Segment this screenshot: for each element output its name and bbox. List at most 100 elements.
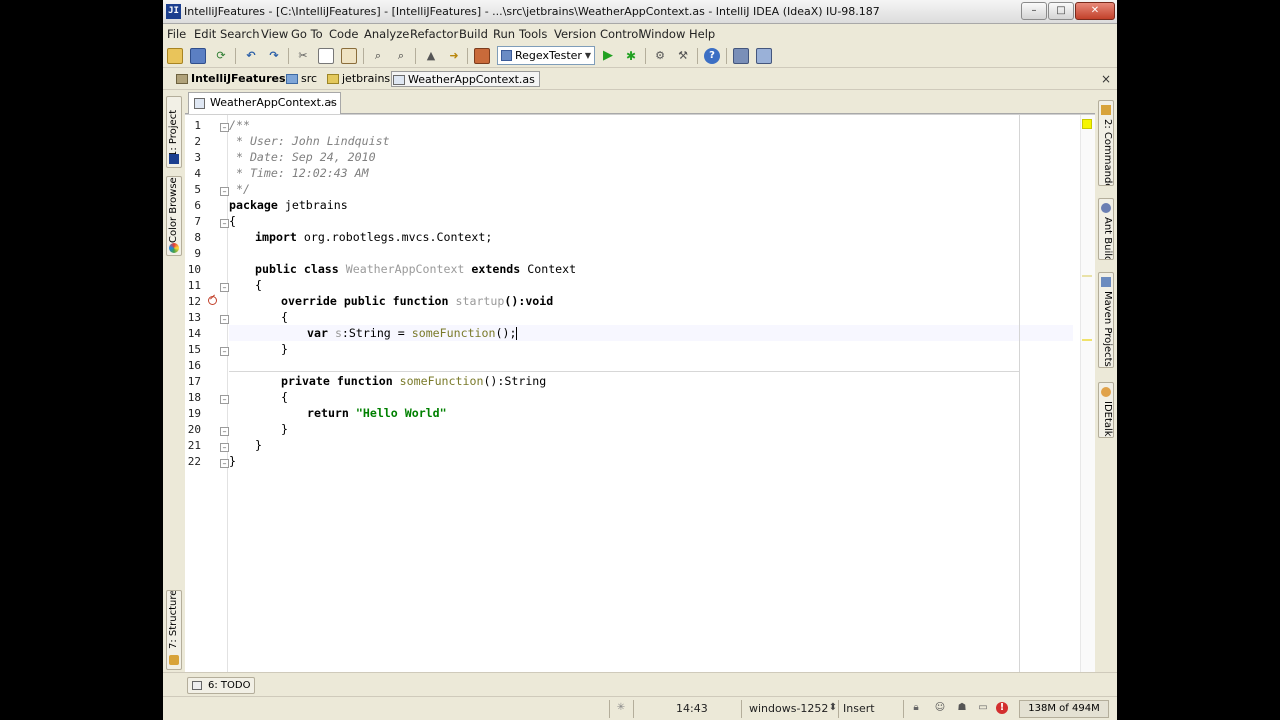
chevron-down-icon: ▼	[584, 51, 591, 60]
code-text: }	[281, 422, 288, 436]
code-editor[interactable]: 1 2 3 4 5 6 7 8 9 10 11 12 13 14 15 16 1…	[185, 114, 1095, 709]
paste-icon[interactable]	[341, 48, 357, 64]
fold-marker[interactable]: –	[220, 283, 229, 292]
tab-weatherappcontext[interactable]: WeatherAppContext.as ×	[188, 92, 341, 114]
save-all-icon[interactable]	[190, 48, 206, 64]
line-number: 14	[187, 327, 201, 340]
code-area[interactable]: /** * User: John Lindquist * Date: Sep 2…	[229, 115, 1095, 709]
fold-marker[interactable]: –	[220, 187, 229, 196]
fold-marker[interactable]: –	[220, 219, 229, 228]
warning-status-icon[interactable]	[1082, 119, 1092, 129]
insert-mode[interactable]: Insert	[843, 701, 875, 717]
fold-marker[interactable]: –	[220, 459, 229, 468]
menu-search[interactable]: Search	[220, 27, 260, 41]
minimize-button[interactable]: –	[1021, 2, 1047, 20]
close-window-button[interactable]: ✕	[1075, 2, 1115, 20]
tool-window-idetalk[interactable]: IDEtalk	[1098, 382, 1114, 438]
breadcrumb-jetbrains[interactable]: jetbrains	[326, 71, 390, 87]
help-icon[interactable]: ?	[704, 48, 720, 64]
close-tab-icon[interactable]: ×	[327, 93, 335, 113]
toolbar-separator	[363, 48, 364, 64]
fold-marker[interactable]: –	[220, 347, 229, 356]
settings-icon[interactable]: ⚙	[652, 48, 668, 64]
undo-icon[interactable]: ↶	[243, 48, 259, 64]
error-indicator-icon[interactable]: !	[996, 702, 1008, 714]
lock-icon[interactable]: 🔒︎	[910, 702, 922, 714]
breadcrumb: IntelliJFeatures src jetbrains WeatherAp…	[163, 68, 1117, 90]
keyword: public class	[255, 262, 339, 276]
breadcrumb-file[interactable]: WeatherAppContext.as	[391, 71, 540, 87]
project-structure-icon[interactable]	[474, 48, 490, 64]
find-icon[interactable]: ⌕	[370, 48, 386, 64]
maximize-button[interactable]: □	[1048, 2, 1074, 20]
menu-edit[interactable]: Edit	[194, 27, 216, 41]
maven-icon	[1101, 277, 1111, 287]
keyword: var	[307, 326, 328, 340]
menu-run[interactable]: Run	[493, 27, 515, 41]
hector-icon[interactable]: ☺	[934, 702, 946, 714]
intellij-app-icon: JI	[166, 4, 181, 19]
file-encoding[interactable]: windows-1252	[749, 701, 828, 717]
fold-marker[interactable]: –	[220, 427, 229, 436]
breadcrumb-src[interactable]: src	[285, 71, 317, 87]
code-text: }	[229, 454, 236, 468]
close-icon[interactable]: ×	[1101, 72, 1111, 86]
menu-version-control[interactable]: Version Control	[554, 27, 642, 41]
tools-icon[interactable]: ⚒	[675, 48, 691, 64]
code-line: * Time: 12:02:43 AM	[229, 165, 369, 181]
override-method-icon[interactable]	[208, 296, 217, 305]
event-log-icon[interactable]: ▭	[977, 702, 989, 714]
tool-window-ant-build[interactable]: Ant Build	[1098, 198, 1114, 260]
plugin-icon[interactable]	[756, 48, 772, 64]
inspector-icon[interactable]: ☗	[956, 702, 968, 714]
run-configuration-select[interactable]: RegexTester ▼	[497, 46, 595, 65]
fold-marker[interactable]: –	[220, 315, 229, 324]
menu-analyze[interactable]: Analyze	[364, 27, 409, 41]
tool-window-commander[interactable]: 2: Commander	[1098, 100, 1114, 186]
warning-marker[interactable]	[1082, 275, 1092, 277]
function-name: someFunction	[399, 374, 484, 388]
warning-marker[interactable]	[1082, 339, 1092, 341]
memory-indicator[interactable]: 138M of 494M	[1019, 700, 1109, 718]
fold-marker[interactable]: –	[220, 443, 229, 452]
keyword: import	[255, 230, 297, 244]
menu-file[interactable]: File	[167, 27, 186, 41]
run-icon[interactable]: ▶	[600, 48, 616, 64]
cut-icon[interactable]: ✂	[295, 48, 311, 64]
replace-icon[interactable]: ⌕	[393, 48, 409, 64]
fold-marker[interactable]: –	[220, 123, 229, 132]
caret-position[interactable]: 14:43	[676, 701, 708, 717]
back-icon[interactable]: ▲	[423, 48, 439, 64]
tool-window-todo[interactable]: 6: TODO	[187, 677, 255, 694]
menu-window[interactable]: Window	[640, 27, 685, 41]
menu-help[interactable]: Help	[689, 27, 715, 41]
menu-goto[interactable]: Go To	[291, 27, 323, 41]
menu-code[interactable]: Code	[329, 27, 358, 41]
tool-window-structure[interactable]: 7: Structure	[166, 590, 182, 670]
palette-icon	[169, 243, 179, 253]
project-icon	[169, 154, 179, 164]
menu-tools[interactable]: Tools	[519, 27, 547, 41]
tool-window-project[interactable]: 1: Project	[166, 96, 182, 168]
forward-icon[interactable]: ➜	[446, 48, 462, 64]
line-number: 15	[187, 343, 201, 356]
menu-view[interactable]: View	[261, 27, 288, 41]
menu-refactor[interactable]: Refactor	[410, 27, 458, 41]
breadcrumb-label: WeatherAppContext.as	[408, 73, 535, 86]
redo-icon[interactable]: ↷	[266, 48, 282, 64]
plugin-icon[interactable]	[733, 48, 749, 64]
toolbar-separator	[467, 48, 468, 64]
tool-window-color-browser[interactable]: Color Browser	[166, 176, 182, 256]
menu-build[interactable]: Build	[459, 27, 488, 41]
synchronize-icon[interactable]: ⟳	[213, 48, 229, 64]
tool-window-label: IDEtalk	[1102, 401, 1113, 437]
open-icon[interactable]	[167, 48, 183, 64]
code-line: }	[281, 421, 288, 437]
tool-window-maven[interactable]: Maven Projects	[1098, 272, 1114, 368]
error-stripe[interactable]	[1080, 115, 1095, 673]
commander-icon	[1101, 105, 1111, 115]
debug-icon[interactable]: ✱	[623, 48, 639, 64]
copy-icon[interactable]	[318, 48, 334, 64]
fold-marker[interactable]: –	[220, 395, 229, 404]
breadcrumb-project[interactable]: IntelliJFeatures	[175, 71, 286, 87]
